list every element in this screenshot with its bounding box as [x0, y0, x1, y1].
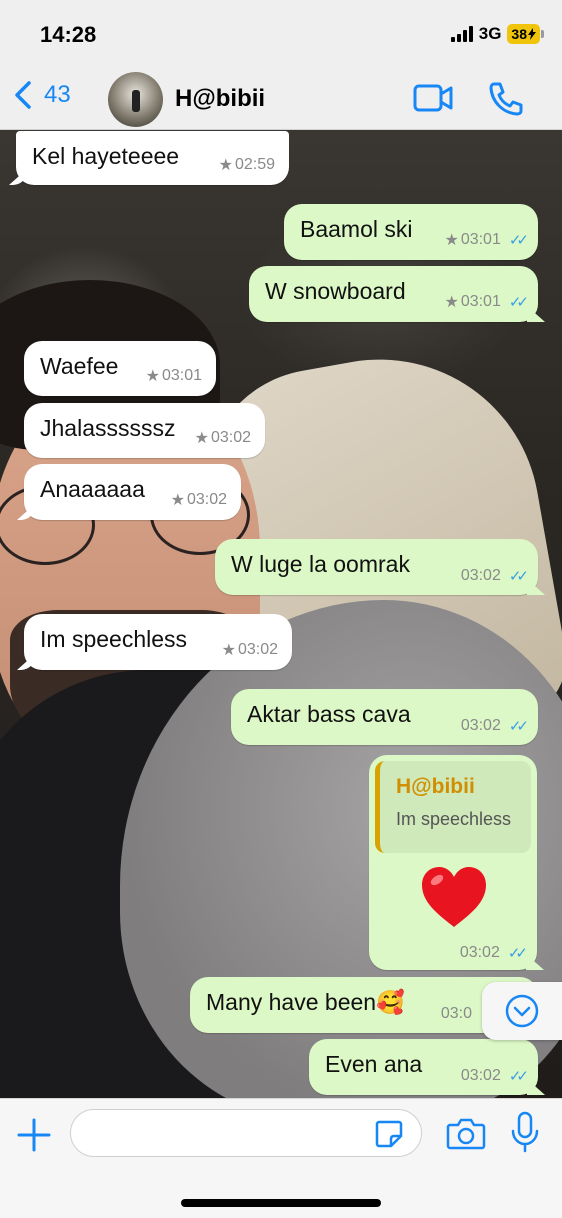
message-text: Even ana: [325, 1051, 423, 1077]
read-ticks-icon: ✓✓: [508, 294, 529, 311]
message-time: 03:01: [161, 367, 202, 384]
sticker-icon[interactable]: [374, 1119, 404, 1149]
star-icon: ★: [170, 492, 185, 509]
message-text: Baamol ski: [300, 216, 413, 242]
message-meta: 03:0: [441, 1005, 472, 1023]
message-text: W luge la oomrak: [231, 551, 410, 577]
message-meta: ★ 02:59: [219, 155, 275, 175]
back-chevron-icon: [15, 81, 31, 109]
message-text: Kel hayeteeee: [32, 143, 180, 169]
quoted-text: Im speechless: [396, 809, 512, 829]
message-time: 03:02: [210, 429, 251, 446]
star-icon: ★: [194, 430, 209, 447]
home-indicator[interactable]: [181, 1199, 381, 1207]
message-input[interactable]: [70, 1109, 422, 1157]
camera-icon[interactable]: [446, 1115, 486, 1151]
message-text: Im speechless: [40, 626, 188, 652]
message-time: 03:02: [186, 491, 227, 508]
read-ticks-icon: ✓✓: [508, 1068, 529, 1085]
message-meta: 03:02 ✓✓: [460, 717, 529, 735]
message-time: 03:02: [460, 717, 501, 734]
message-bubble-incoming[interactable]: Jhalassssssz ★ 03:02: [24, 403, 265, 458]
read-ticks-icon: ✓✓: [507, 945, 528, 962]
message-text: W snowboard: [265, 278, 406, 304]
message-meta: 03:02 ✓✓: [460, 567, 529, 585]
message-bubble-incoming[interactable]: Kel hayeteeee ★ 02:59: [16, 131, 289, 185]
message-text: Anaaaaaa: [40, 476, 145, 502]
message-text: Aktar bass cava: [247, 701, 411, 727]
message-time: 03:0: [440, 1005, 472, 1022]
message-bubble-outgoing[interactable]: W snowboard ★ 03:01 ✓✓: [249, 266, 538, 322]
message-meta: ★ 03:01: [146, 366, 202, 386]
message-composer: [0, 1098, 562, 1218]
message-meta: ★ 03:01 ✓✓: [444, 230, 529, 250]
message-meta: ★ 03:02: [222, 640, 278, 660]
contact-avatar[interactable]: [108, 72, 163, 127]
scroll-to-bottom-button[interactable]: [482, 982, 562, 1040]
message-text: Many have been🥰: [206, 989, 405, 1015]
chevron-down-circle-icon: [505, 994, 539, 1028]
message-bubble-incoming[interactable]: Anaaaaaa ★ 03:02: [24, 464, 241, 520]
star-icon: ★: [444, 294, 459, 311]
charging-bolt-icon: [528, 28, 536, 40]
star-icon: ★: [221, 642, 236, 659]
plus-icon[interactable]: [16, 1117, 52, 1153]
message-bubble-outgoing[interactable]: Aktar bass cava 03:02 ✓✓: [231, 689, 538, 745]
message-time: 02:59: [234, 156, 275, 173]
video-call-icon[interactable]: [412, 80, 454, 116]
star-icon: ★: [145, 368, 160, 385]
contact-name[interactable]: H@bibii: [175, 85, 265, 113]
battery-icon: 38: [507, 24, 544, 44]
status-time: 14:28: [40, 22, 97, 47]
message-bubble-incoming[interactable]: Im speechless ★ 03:02: [24, 614, 292, 670]
message-time: 03:02: [460, 1067, 501, 1084]
read-ticks-icon: ✓✓: [508, 568, 529, 585]
star-icon: ★: [444, 232, 459, 249]
quoted-message[interactable]: H@bibii Im speechless: [375, 761, 531, 853]
quoted-sender: H@bibii: [396, 775, 475, 798]
unread-count: 43: [44, 81, 71, 108]
message-time: 03:01: [460, 293, 501, 310]
chat-header: 14:28 3G 38 43 H@bibii: [0, 0, 562, 130]
status-indicators: 3G 38: [450, 24, 544, 44]
signal-icon: [450, 26, 473, 42]
message-meta: ★ 03:02: [195, 428, 251, 448]
message-text: Jhalassssssz: [40, 415, 176, 441]
message-time: 03:02: [237, 641, 278, 658]
microphone-icon[interactable]: [508, 1111, 542, 1153]
message-bubble-outgoing[interactable]: Baamol ski ★ 03:01 ✓✓: [284, 204, 538, 260]
message-time: 03:01: [460, 231, 501, 248]
message-text: Waefee: [40, 353, 119, 379]
message-time: 03:02: [459, 944, 500, 961]
reply-message-bubble[interactable]: H@bibii Im speechless ❤️ 03:02✓✓: [369, 755, 537, 970]
message-time: 03:02: [460, 567, 501, 584]
message-bubble-outgoing[interactable]: Even ana 03:02 ✓✓: [309, 1039, 538, 1095]
read-ticks-icon: ✓✓: [508, 718, 529, 735]
back-button[interactable]: 43: [12, 80, 71, 110]
message-bubble-incoming[interactable]: Waefee ★ 03:01: [24, 341, 216, 396]
message-meta: 03:02 ✓✓: [460, 1067, 529, 1085]
network-type: 3G: [478, 24, 502, 43]
message-meta: ★ 03:02: [171, 490, 227, 510]
message-meta: ★ 03:01 ✓✓: [444, 292, 529, 312]
star-icon: ★: [218, 157, 233, 174]
message-meta: 03:02 ✓✓: [459, 944, 528, 962]
battery-level: 38: [511, 26, 527, 42]
message-bubble-outgoing[interactable]: W luge la oomrak 03:02 ✓✓: [215, 539, 538, 595]
phone-call-icon[interactable]: [486, 80, 528, 116]
read-ticks-icon: ✓✓: [508, 232, 529, 249]
heart-emoji-icon: [422, 867, 486, 927]
